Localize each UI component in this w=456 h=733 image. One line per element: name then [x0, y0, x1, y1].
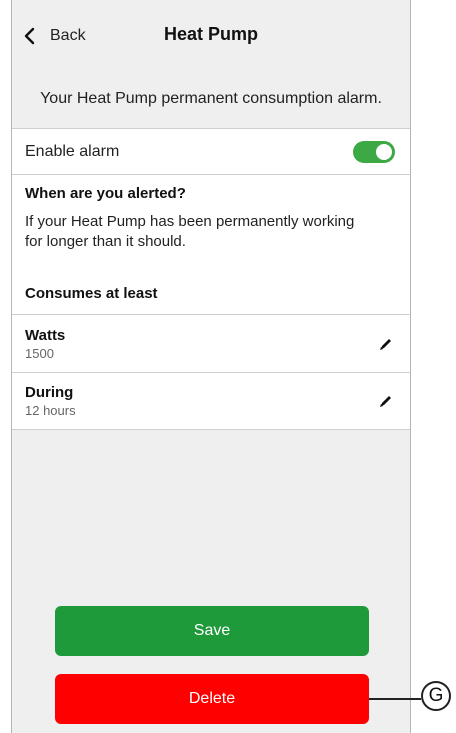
during-text: During 12 hours — [25, 384, 76, 418]
watts-row[interactable]: Watts 1500 — [12, 314, 410, 372]
alert-explanation: If your Heat Pump has been permanently w… — [25, 213, 355, 250]
watts-label: Watts — [25, 326, 66, 344]
back-label: Back — [50, 27, 86, 44]
during-row[interactable]: During 12 hours — [12, 372, 410, 430]
during-label: During — [25, 384, 74, 401]
delete-button[interactable]: Delete — [55, 674, 369, 724]
toggle-knob — [376, 143, 392, 160]
watts-text: Watts 1500 — [25, 327, 65, 361]
enable-alarm-row: Enable alarm — [12, 128, 410, 174]
header: Back Heat Pump — [12, 0, 410, 70]
alarm-description: Your Heat Pump permanent consumption ala… — [40, 90, 382, 107]
alert-heading: When are you alerted? — [25, 185, 186, 202]
callout-line — [369, 698, 421, 700]
pencil-icon[interactable] — [377, 335, 395, 353]
chevron-left-icon — [20, 26, 40, 46]
phone-screen: Back Heat Pump Your Heat Pump permanent … — [11, 0, 411, 733]
enable-alarm-toggle[interactable] — [353, 140, 395, 163]
page-title: Heat Pump — [163, 24, 259, 44]
callout-marker: G — [421, 681, 451, 711]
watts-value: 1500 — [25, 345, 54, 361]
during-value: 12 hours — [25, 403, 76, 418]
alert-info-section: When are you alerted? If your Heat Pump … — [12, 174, 410, 314]
save-button[interactable]: Save — [55, 606, 369, 656]
screenshot-canvas: Back Heat Pump Your Heat Pump permanent … — [0, 0, 456, 733]
pencil-icon[interactable] — [377, 392, 395, 410]
back-button[interactable]: Back — [20, 24, 86, 48]
consumes-heading: Consumes at least — [25, 285, 158, 302]
enable-alarm-label: Enable alarm — [25, 142, 120, 160]
